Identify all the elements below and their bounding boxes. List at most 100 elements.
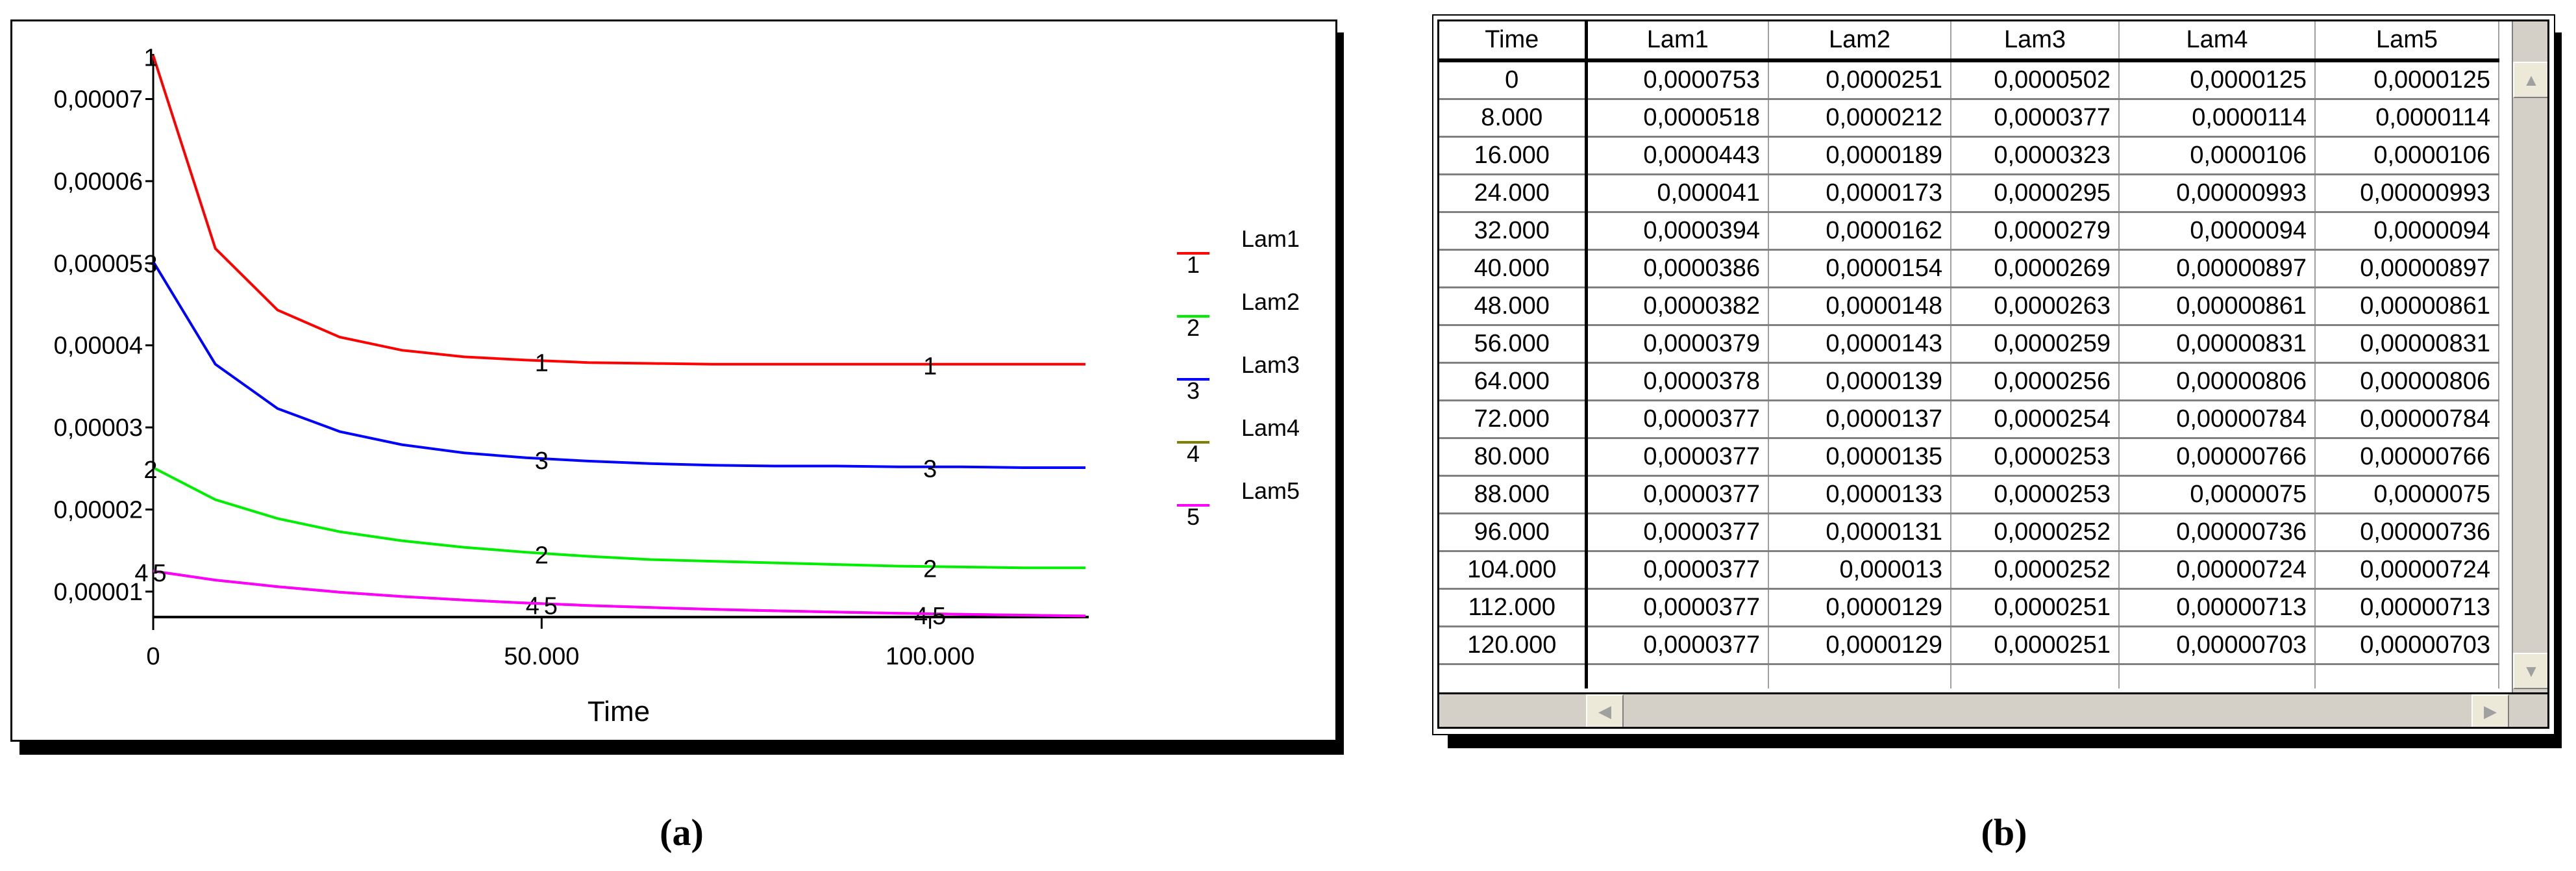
horizontal-scrollbar[interactable]: ◀ ▶ <box>1439 692 2547 727</box>
cell-lam5[interactable]: 0,00000766 <box>2315 438 2499 477</box>
cell-lam2[interactable]: 0,0000135 <box>1768 438 1951 477</box>
scroll-down-button[interactable]: ▼ <box>2513 653 2547 689</box>
cell-lam1[interactable]: 0,000041 <box>1586 174 1769 213</box>
cell-lam1[interactable]: 0,0000394 <box>1586 212 1769 251</box>
cell-lam3[interactable]: 0,0000254 <box>1951 400 2120 439</box>
cell-empty[interactable] <box>1951 664 2120 688</box>
cell-lam4[interactable]: 0,00000861 <box>2119 287 2316 326</box>
cell-time[interactable]: 88.000 <box>1439 475 1588 514</box>
cell-lam2[interactable]: 0,0000129 <box>1768 588 1951 627</box>
cell-lam1[interactable]: 0,0000753 <box>1586 60 1769 100</box>
cell-lam1[interactable]: 0,0000379 <box>1586 325 1769 364</box>
cell-lam4[interactable]: 0,00000784 <box>2119 400 2316 439</box>
cell-lam2[interactable]: 0,0000251 <box>1768 60 1951 100</box>
cell-lam2[interactable]: 0,0000133 <box>1768 475 1951 514</box>
cell-lam4[interactable]: 0,00000897 <box>2119 249 2316 288</box>
cell-lam1[interactable]: 0,0000378 <box>1586 362 1769 401</box>
scroll-right-button[interactable]: ▶ <box>2471 694 2509 727</box>
cell-time[interactable]: 96.000 <box>1439 513 1588 552</box>
cell-lam2[interactable]: 0,0000137 <box>1768 400 1951 439</box>
cell-lam1[interactable]: 0,0000443 <box>1586 136 1769 175</box>
cell-time[interactable]: 24.000 <box>1439 174 1588 213</box>
vertical-scrollbar[interactable]: ▲ ▼ <box>2512 21 2547 692</box>
cell-lam5[interactable]: 0,0000075 <box>2315 475 2499 514</box>
cell-lam4[interactable]: 0,00000703 <box>2119 626 2316 665</box>
cell-lam3[interactable]: 0,0000269 <box>1951 249 2120 288</box>
cell-lam5[interactable]: 0,0000125 <box>2315 60 2499 100</box>
cell-time[interactable]: 72.000 <box>1439 400 1588 439</box>
cell-lam5[interactable]: 0,00000993 <box>2315 174 2499 213</box>
cell-time[interactable]: 120.000 <box>1439 626 1588 665</box>
cell-empty[interactable] <box>1439 664 1588 688</box>
cell-time[interactable]: 32.000 <box>1439 212 1588 251</box>
cell-lam3[interactable]: 0,0000252 <box>1951 513 2120 552</box>
scroll-left-button[interactable]: ◀ <box>1586 694 1624 727</box>
cell-lam3[interactable]: 0,0000279 <box>1951 212 2120 251</box>
cell-time[interactable]: 56.000 <box>1439 325 1588 364</box>
column-header-lam1[interactable]: Lam1 <box>1586 21 1769 62</box>
cell-lam4[interactable]: 0,00000713 <box>2119 588 2316 627</box>
cell-lam5[interactable]: 0,00000784 <box>2315 400 2499 439</box>
cell-empty[interactable] <box>2315 664 2499 688</box>
cell-lam3[interactable]: 0,0000377 <box>1951 99 2120 138</box>
cell-lam5[interactable]: 0,0000114 <box>2315 99 2499 138</box>
cell-lam3[interactable]: 0,0000252 <box>1951 551 2120 590</box>
cell-lam5[interactable]: 0,00000806 <box>2315 362 2499 401</box>
cell-lam4[interactable]: 0,00000724 <box>2119 551 2316 590</box>
cell-lam2[interactable]: 0,0000129 <box>1768 626 1951 665</box>
cell-lam5[interactable]: 0,00000713 <box>2315 588 2499 627</box>
cell-lam1[interactable]: 0,0000382 <box>1586 287 1769 326</box>
cell-time[interactable]: 0 <box>1439 60 1588 100</box>
cell-time[interactable]: 64.000 <box>1439 362 1588 401</box>
cell-lam4[interactable]: 0,00000831 <box>2119 325 2316 364</box>
cell-lam2[interactable]: 0,0000173 <box>1768 174 1951 213</box>
cell-lam2[interactable]: 0,0000139 <box>1768 362 1951 401</box>
cell-lam4[interactable]: 0,0000075 <box>2119 475 2316 514</box>
column-header-lam3[interactable]: Lam3 <box>1951 21 2120 62</box>
scroll-up-button[interactable]: ▲ <box>2513 62 2547 98</box>
cell-time[interactable]: 48.000 <box>1439 287 1588 326</box>
cell-lam3[interactable]: 0,0000263 <box>1951 287 2120 326</box>
cell-lam5[interactable]: 0,00000736 <box>2315 513 2499 552</box>
cell-lam1[interactable]: 0,0000377 <box>1586 588 1769 627</box>
cell-lam2[interactable]: 0,0000148 <box>1768 287 1951 326</box>
cell-lam3[interactable]: 0,0000251 <box>1951 626 2120 665</box>
cell-lam1[interactable]: 0,0000377 <box>1586 551 1769 590</box>
cell-lam1[interactable]: 0,0000377 <box>1586 513 1769 552</box>
cell-lam5[interactable]: 0,00000703 <box>2315 626 2499 665</box>
cell-lam3[interactable]: 0,0000253 <box>1951 475 2120 514</box>
cell-empty[interactable] <box>2119 664 2316 688</box>
cell-lam3[interactable]: 0,0000323 <box>1951 136 2120 175</box>
cell-lam5[interactable]: 0,00000861 <box>2315 287 2499 326</box>
cell-lam1[interactable]: 0,0000518 <box>1586 99 1769 138</box>
cell-lam3[interactable]: 0,0000251 <box>1951 588 2120 627</box>
column-header-lam2[interactable]: Lam2 <box>1768 21 1951 62</box>
column-header-lam5[interactable]: Lam5 <box>2315 21 2499 62</box>
cell-lam1[interactable]: 0,0000377 <box>1586 475 1769 514</box>
cell-lam2[interactable]: 0,0000143 <box>1768 325 1951 364</box>
cell-empty[interactable] <box>1586 664 1769 688</box>
cell-lam3[interactable]: 0,0000259 <box>1951 325 2120 364</box>
cell-lam4[interactable]: 0,00000806 <box>2119 362 2316 401</box>
cell-lam5[interactable]: 0,00000897 <box>2315 249 2499 288</box>
cell-lam3[interactable]: 0,0000253 <box>1951 438 2120 477</box>
cell-lam1[interactable]: 0,0000386 <box>1586 249 1769 288</box>
cell-lam4[interactable]: 0,0000106 <box>2119 136 2316 175</box>
cell-lam4[interactable]: 0,00000993 <box>2119 174 2316 213</box>
cell-lam4[interactable]: 0,0000114 <box>2119 99 2316 138</box>
cell-lam2[interactable]: 0,0000131 <box>1768 513 1951 552</box>
cell-lam3[interactable]: 0,0000295 <box>1951 174 2120 213</box>
cell-lam4[interactable]: 0,0000125 <box>2119 60 2316 100</box>
cell-lam2[interactable]: 0,0000212 <box>1768 99 1951 138</box>
cell-time[interactable]: 16.000 <box>1439 136 1588 175</box>
cell-lam2[interactable]: 0,0000154 <box>1768 249 1951 288</box>
cell-lam3[interactable]: 0,0000256 <box>1951 362 2120 401</box>
cell-lam4[interactable]: 0,00000736 <box>2119 513 2316 552</box>
cell-lam1[interactable]: 0,0000377 <box>1586 400 1769 439</box>
cell-lam1[interactable]: 0,0000377 <box>1586 438 1769 477</box>
cell-lam1[interactable]: 0,0000377 <box>1586 626 1769 665</box>
cell-time[interactable]: 104.000 <box>1439 551 1588 590</box>
cell-lam4[interactable]: 0,0000094 <box>2119 212 2316 251</box>
cell-lam3[interactable]: 0,0000502 <box>1951 60 2120 100</box>
cell-lam5[interactable]: 0,00000831 <box>2315 325 2499 364</box>
